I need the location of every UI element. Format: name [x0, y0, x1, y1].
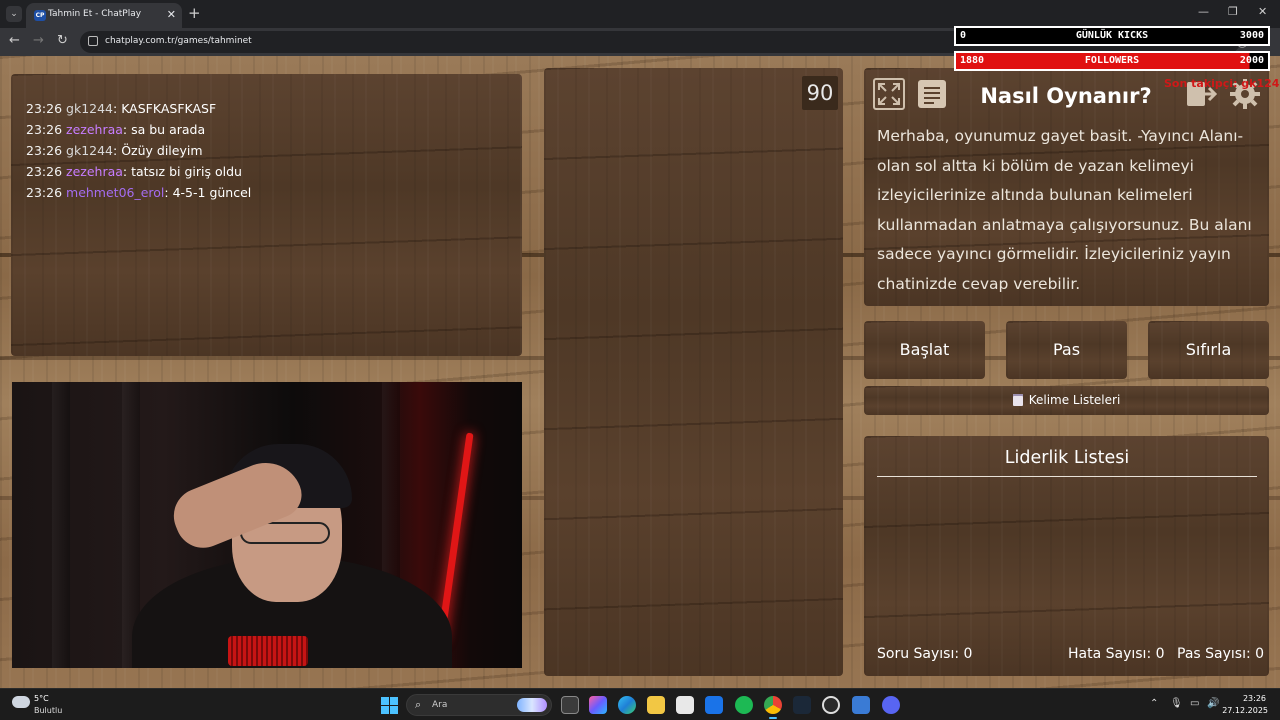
back-icon[interactable]: ←	[9, 33, 20, 49]
word-lists-button[interactable]: Kelime Listeleri	[864, 386, 1269, 415]
active-app-indicator	[769, 717, 777, 719]
volume-icon[interactable]: 🔊	[1207, 698, 1219, 709]
windows-start-icon[interactable]	[381, 697, 398, 714]
chat-username[interactable]: zezehraa	[66, 164, 123, 179]
chat-text: tatsız bi giriş oldu	[131, 164, 242, 179]
chat-message: 23:26 gk1244: Özüy dileyim	[26, 143, 203, 158]
close-window-icon[interactable]: ✕	[1258, 5, 1267, 18]
microphone	[228, 636, 308, 666]
file-explorer-icon[interactable]	[647, 696, 665, 714]
url-text[interactable]: chatplay.com.tr/games/tahminet	[105, 36, 252, 46]
browser-tab-bar: ⌄ CP Tahmin Et - ChatPlay ✕ + — ❐ ✕	[0, 0, 1280, 28]
browser-tab[interactable]: CP Tahmin Et - ChatPlay ✕	[26, 3, 182, 28]
how-to-play-title: Nasıl Oynanır?	[980, 84, 1152, 108]
chat-text: Özüy dileyim	[121, 143, 203, 158]
new-tab-icon[interactable]: +	[188, 5, 201, 21]
weather-temperature[interactable]: 5°C	[34, 694, 49, 703]
copilot-icon[interactable]	[589, 696, 607, 714]
fullscreen-icon[interactable]	[872, 77, 906, 111]
chat-panel: 23:26 gk1244: KASFKASFKASF 23:26 zezehra…	[11, 74, 522, 356]
forward-icon[interactable]: →	[33, 33, 44, 49]
clock-time[interactable]: 23:26	[1243, 694, 1266, 703]
error-count: Hata Sayısı: 0	[1068, 646, 1165, 662]
steam-icon[interactable]	[793, 696, 811, 714]
github-icon[interactable]	[822, 696, 840, 714]
chat-username[interactable]: gk1244	[66, 143, 113, 158]
question-count: Soru Sayısı: 0	[877, 646, 973, 662]
kicks-goal: 3000	[1239, 30, 1264, 41]
notepad-icon	[1012, 394, 1023, 406]
chat-text: KASFKASFKASF	[121, 101, 217, 116]
edge-icon[interactable]	[618, 696, 636, 714]
close-tab-icon[interactable]: ✕	[167, 8, 176, 21]
pass-button[interactable]: Pas	[1006, 321, 1127, 379]
search-highlight-icon	[517, 698, 547, 712]
windows-taskbar: 5°C Bulutlu ⌕ Ara ⌃ 🎙 ▭ 🔊 23:26 27.12.20…	[0, 688, 1280, 720]
chat-username[interactable]: zezehraa	[66, 122, 123, 137]
daily-kicks-goal-bar: 0 GÜNLÜK KICKS 3000	[954, 26, 1270, 46]
search-placeholder: Ara	[432, 700, 448, 710]
chat-username[interactable]: gk1244	[66, 101, 113, 116]
chat-message: 23:26 gk1244: KASFKASFKASF	[26, 101, 217, 116]
weather-description[interactable]: Bulutlu	[34, 706, 62, 715]
followers-label: FOLLOWERS	[1084, 55, 1140, 66]
chat-time: 23:26	[26, 164, 63, 179]
show-hidden-icons-icon[interactable]: ⌃	[1150, 698, 1158, 709]
followers-goal-bar: 1880 FOLLOWERS 2000	[954, 51, 1270, 71]
cloud-icon[interactable]	[12, 696, 30, 708]
notes-icon[interactable]	[915, 77, 949, 111]
site-info-icon[interactable]	[88, 36, 98, 46]
how-to-play-text: Merhaba, oyunumuz gayet basit. -Yayıncı …	[877, 127, 1252, 293]
chat-time: 23:26	[26, 122, 63, 137]
chat-time: 23:26	[26, 143, 63, 158]
restore-icon[interactable]: ❐	[1228, 5, 1238, 18]
minimize-icon[interactable]: —	[1198, 5, 1209, 18]
tab-search-button[interactable]: ⌄	[6, 6, 22, 22]
game-page: 23:26 gk1244: KASFKASFKASF 23:26 zezehra…	[0, 56, 1280, 688]
chat-message: 23:26 zezehraa: tatsız bi giriş oldu	[26, 164, 242, 179]
spotify-icon[interactable]	[735, 696, 753, 714]
tab-title: Tahmin Et - ChatPlay	[48, 9, 142, 19]
site-favicon-icon: CP	[34, 10, 46, 21]
discord-icon[interactable]	[882, 696, 900, 714]
latest-follower-text: Son takipçi: gk1244	[1164, 77, 1280, 90]
chat-text: 4-5-1 güncel	[172, 185, 252, 200]
network-icon[interactable]: ▭	[1190, 698, 1199, 709]
chat-username[interactable]: mehmet06_erol	[66, 185, 164, 200]
chat-message: 23:26 zezehraa: sa bu arada	[26, 122, 206, 137]
timer: 90	[802, 76, 838, 110]
leaderboard-title: Liderlik Listesi	[877, 448, 1257, 477]
chrome-icon[interactable]	[764, 696, 782, 714]
word-lists-label: Kelime Listeleri	[1028, 393, 1121, 407]
followers-goal: 2000	[1239, 55, 1264, 66]
microphone-icon[interactable]: 🎙	[1170, 698, 1183, 709]
start-button[interactable]: Başlat	[864, 321, 985, 379]
pass-count: Pas Sayısı: 0	[1177, 646, 1265, 662]
clock-date[interactable]: 27.12.2025	[1222, 706, 1268, 715]
microsoft-store-icon[interactable]	[676, 696, 694, 714]
webcam-feed	[12, 382, 522, 668]
taskbar-search[interactable]: ⌕ Ara	[406, 694, 552, 716]
chat-time: 23:26	[26, 101, 63, 116]
app-icon[interactable]	[852, 696, 870, 714]
chat-time: 23:26	[26, 185, 63, 200]
task-view-icon[interactable]	[561, 696, 579, 714]
reload-icon[interactable]: ↻	[57, 33, 68, 49]
chat-text: sa bu arada	[131, 122, 206, 137]
reset-button[interactable]: Sıfırla	[1148, 321, 1269, 379]
search-icon: ⌕	[415, 698, 422, 711]
mail-icon[interactable]	[705, 696, 723, 714]
streamer-word-area	[544, 68, 843, 676]
chat-message: 23:26 mehmet06_erol: 4-5-1 güncel	[26, 185, 252, 200]
kicks-label: GÜNLÜK KICKS	[1075, 30, 1149, 41]
curtain-fold	[52, 382, 70, 668]
